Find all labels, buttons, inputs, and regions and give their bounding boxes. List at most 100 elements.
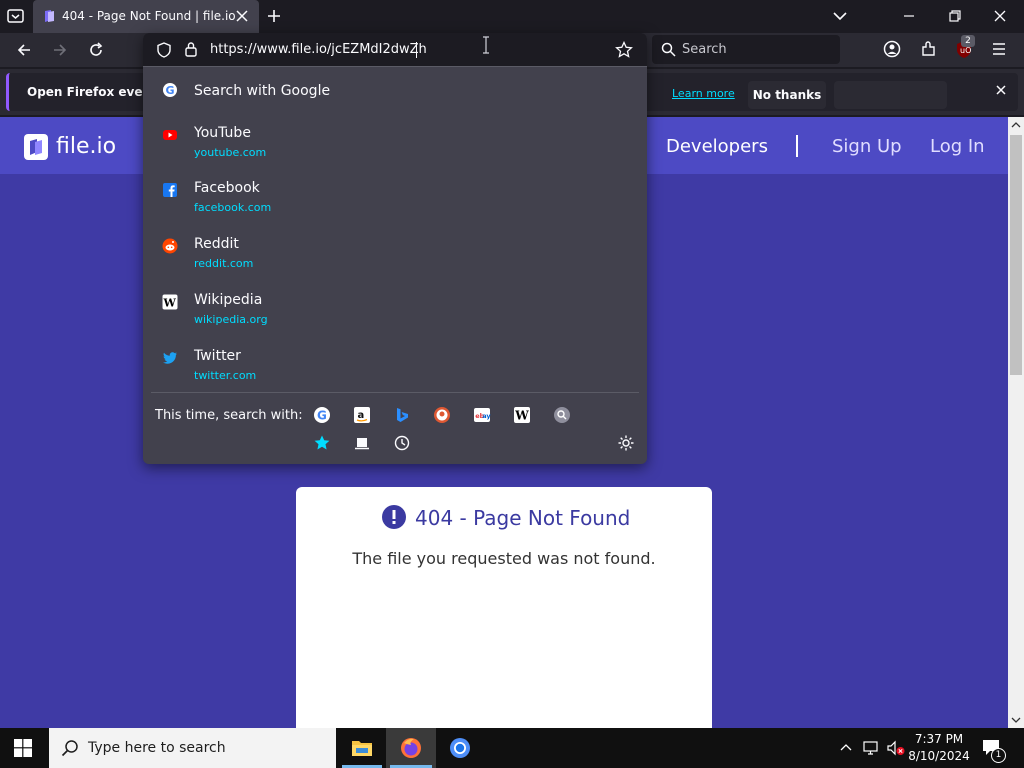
url-input[interactable]: https://www.file.io/jcEZMdI2dwZh [210, 42, 427, 57]
svg-text:G: G [317, 409, 327, 423]
list-all-tabs-icon[interactable] [832, 9, 848, 23]
suggestion-reddit[interactable]: Reddit reddit.com [143, 228, 647, 284]
error-card: 404 - Page Not Found The file you reques… [296, 487, 712, 747]
close-tab-icon[interactable] [234, 8, 250, 24]
wikipedia-icon[interactable]: W [513, 406, 531, 424]
taskbar-search-box[interactable]: Type here to search [49, 728, 336, 768]
youtube-icon [162, 127, 178, 143]
svg-text:G: G [166, 84, 175, 97]
search-with-google-row[interactable]: G Search with Google [143, 73, 647, 109]
suggestion-url: reddit.com [194, 257, 254, 270]
nav-developers[interactable]: Developers [666, 136, 768, 157]
set-default-button[interactable] [834, 81, 947, 109]
taskbar-search-placeholder: Type here to search [88, 740, 226, 756]
suggestion-title: Facebook [194, 180, 260, 196]
bing-icon[interactable] [393, 406, 411, 424]
this-time-search-label: This time, search with: [155, 408, 303, 423]
search-with-google-label: Search with Google [194, 83, 331, 99]
forward-icon[interactable] [46, 36, 74, 64]
account-icon[interactable] [883, 40, 901, 58]
restore-icon[interactable] [948, 9, 962, 23]
settings-gear-icon[interactable] [617, 434, 635, 452]
reload-icon[interactable] [82, 36, 110, 64]
back-icon[interactable] [10, 36, 38, 64]
chromium-icon [449, 737, 471, 759]
ebay-icon[interactable]: eb ay [473, 406, 491, 424]
error-title: 404 - Page Not Found [415, 506, 631, 530]
tabs-icon[interactable] [353, 434, 371, 452]
search-placeholder: Search [682, 42, 727, 57]
volume-muted-icon[interactable] [886, 740, 906, 756]
suggestion-twitter[interactable]: Twitter twitter.com [143, 340, 647, 396]
network-icon[interactable] [862, 740, 880, 756]
site-logo-text[interactable]: file.io [56, 134, 116, 159]
tab-list-icon[interactable] [6, 7, 26, 25]
twitter-icon [162, 350, 178, 366]
search-icon [661, 42, 676, 57]
wikipedia-icon: W [162, 294, 178, 310]
chevron-up-icon[interactable] [839, 741, 853, 755]
history-icon[interactable] [393, 434, 411, 452]
fileio-logo-icon[interactable] [24, 134, 48, 160]
scroll-thumb[interactable] [1010, 135, 1022, 375]
suggestion-title: Twitter [194, 348, 241, 364]
firefox-icon [400, 737, 422, 759]
google-icon[interactable]: G [313, 406, 331, 424]
suggestion-url: youtube.com [194, 146, 267, 159]
lock-icon[interactable] [184, 41, 198, 58]
error-message: The file you requested was not found. [352, 549, 656, 568]
svg-text:a: a [358, 410, 365, 421]
tracking-protection-icon[interactable] [156, 42, 172, 58]
svg-text:W: W [514, 409, 529, 423]
search-icon [61, 739, 79, 757]
nav-sign-up[interactable]: Sign Up [832, 136, 902, 157]
minimize-icon[interactable] [902, 9, 916, 23]
tab-title: 404 - Page Not Found | file.io [62, 9, 236, 23]
new-tab-icon[interactable] [266, 8, 282, 24]
text-cursor [416, 42, 417, 58]
suggestion-url: facebook.com [194, 201, 272, 214]
google-icon: G [162, 82, 178, 98]
amazon-icon[interactable]: a [353, 406, 371, 424]
clock-date[interactable]: 8/10/2024 [904, 749, 974, 763]
exclamation-icon [382, 505, 406, 529]
svg-text:W: W [163, 297, 177, 310]
suggestion-title: Reddit [194, 236, 239, 252]
svg-text:ay: ay [482, 412, 491, 420]
divider [151, 392, 639, 393]
duckduckgo-icon[interactable] [433, 406, 451, 424]
page-scrollbar[interactable] [1008, 117, 1024, 728]
search-icon[interactable] [553, 406, 571, 424]
clock-time[interactable]: 7:37 PM [904, 732, 974, 746]
chrome-taskbar-button[interactable] [436, 728, 484, 768]
bookmarks-icon[interactable] [313, 434, 331, 452]
svg-text:uO: uO [960, 46, 971, 55]
scroll-down-icon[interactable] [1008, 712, 1024, 728]
scroll-up-icon[interactable] [1008, 117, 1024, 133]
search-bar[interactable]: Search [652, 35, 840, 64]
suggestion-wikipedia[interactable]: W Wikipedia wikipedia.org [143, 284, 647, 340]
close-notification-icon[interactable] [995, 84, 1007, 96]
bookmark-star-icon[interactable] [615, 41, 633, 59]
suggestion-url: twitter.com [194, 369, 257, 382]
nav-log-in[interactable]: Log In [930, 136, 985, 157]
tab-active[interactable]: 404 - Page Not Found | file.io [33, 0, 259, 33]
menu-icon[interactable] [991, 41, 1007, 57]
no-thanks-button[interactable]: No thanks [748, 81, 826, 109]
suggestion-title: Wikipedia [194, 292, 263, 308]
file-explorer-button[interactable] [338, 728, 386, 768]
learn-more-link[interactable]: Learn more [672, 87, 735, 100]
close-window-icon[interactable] [993, 9, 1007, 23]
windows-start-icon[interactable] [14, 739, 32, 757]
facebook-icon [162, 182, 178, 198]
suggestion-facebook[interactable]: Facebook facebook.com [143, 172, 647, 228]
url-bar[interactable]: https://www.file.io/jcEZMdI2dwZh [143, 33, 647, 67]
suggestion-title: YouTube [194, 125, 251, 141]
suggestion-youtube[interactable]: YouTube youtube.com [143, 117, 647, 173]
extensions-icon[interactable] [920, 40, 938, 58]
tab-strip: 404 - Page Not Found | file.io [0, 0, 1024, 33]
fileio-favicon-icon [42, 9, 56, 23]
notification-count-badge: 1 [991, 748, 1006, 763]
reddit-icon [162, 238, 178, 254]
firefox-taskbar-button[interactable] [386, 728, 436, 768]
